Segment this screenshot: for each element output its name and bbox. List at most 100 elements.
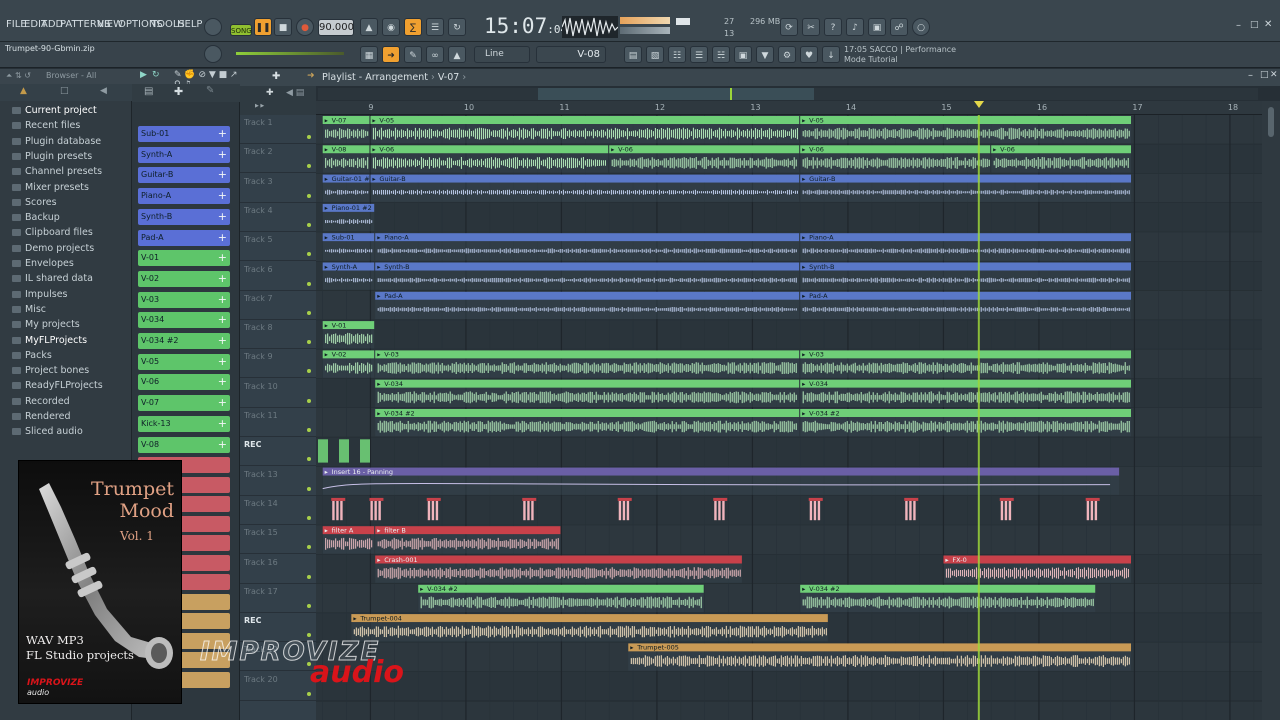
channel-item[interactable]: V-06 +	[138, 374, 230, 391]
clip-header[interactable]	[375, 555, 742, 564]
clip-header[interactable]	[628, 643, 1131, 652]
browser-nav-icon[interactable]: ⏶ ⇅ ↺	[6, 71, 31, 81]
tempo-display[interactable]: 90.000	[318, 19, 354, 36]
link-icon[interactable]: ∞	[426, 46, 444, 63]
browser-item[interactable]: Channel presets	[12, 166, 102, 177]
playlist-clip[interactable]: Trumpet-005▸	[628, 643, 1131, 671]
clip-header[interactable]	[800, 291, 1131, 300]
plugin-picker-icon[interactable]: ▣	[734, 46, 752, 63]
playlist-clip[interactable]: V-034 #2▸	[418, 584, 704, 613]
clip-body[interactable]	[322, 241, 375, 261]
kick-hit[interactable]	[718, 500, 721, 521]
channel-item[interactable]: V-05 +	[138, 353, 230, 370]
clip-header[interactable]	[322, 467, 1120, 476]
playlist-clip[interactable]: V-034 #2▸	[800, 409, 1131, 437]
track-header[interactable]: Track 7	[240, 291, 316, 320]
browser-item[interactable]: Scores	[12, 197, 57, 208]
vertical-scrollbar[interactable]	[1262, 101, 1280, 720]
playlist-clip[interactable]: Piano-01 #2▸	[322, 203, 375, 232]
playlist-clip[interactable]: V-07▸	[322, 116, 370, 144]
play-button[interactable]: ❚❚	[254, 18, 272, 36]
playhead-line[interactable]	[977, 115, 980, 720]
track-lane[interactable]	[316, 202, 1262, 233]
playlist-clip[interactable]: Piano-A▸	[375, 233, 800, 261]
zoom-icon[interactable]: ✚	[266, 88, 274, 98]
playlist-clip[interactable]: V-06▸	[800, 145, 991, 173]
playlist-minimize-icon[interactable]: –	[1248, 70, 1253, 81]
kick-hit[interactable]	[909, 500, 912, 521]
add-channel-icon[interactable]: +	[218, 333, 227, 349]
kick-hit[interactable]	[431, 500, 435, 521]
clip-header[interactable]	[370, 174, 800, 183]
channel-item[interactable]: Pad-A +	[138, 229, 230, 246]
kick-hit[interactable]	[626, 500, 630, 521]
browser-item[interactable]: Mixer presets	[12, 182, 89, 193]
channel-item[interactable]: V-07 +	[138, 395, 230, 412]
clip-header[interactable]	[375, 233, 800, 242]
track-enable-led[interactable]	[307, 135, 311, 139]
browser-file-icon[interactable]: □	[60, 86, 69, 96]
loop-icon[interactable]: ↻	[152, 70, 160, 80]
help-icon[interactable]: ?	[824, 18, 842, 36]
plugin-icon[interactable]: ☍	[890, 18, 908, 36]
reset-icon[interactable]: ⟳	[780, 18, 798, 36]
track-header[interactable]: Track 17	[240, 584, 316, 613]
track-header[interactable]: Track 8	[240, 320, 316, 350]
song-position[interactable]: 15:07:04	[484, 14, 567, 38]
download-icon[interactable]: ↓	[822, 46, 840, 63]
add-channel-icon[interactable]: +	[218, 354, 227, 370]
clip-body[interactable]	[375, 387, 800, 407]
playlist-clip[interactable]: V-02▸	[322, 350, 375, 378]
track-enable-led[interactable]	[307, 545, 311, 550]
snap-icon[interactable]: ◀ ▤	[286, 88, 304, 98]
playlist-clip[interactable]: Synth-A▸	[322, 262, 375, 290]
playlist-clip[interactable]: V-034 #2▸	[800, 584, 1096, 613]
arrangement-overview[interactable]	[318, 88, 1258, 100]
track-lane[interactable]	[316, 437, 1262, 467]
playlist-clip[interactable]: V-05▸	[370, 116, 800, 144]
kick-hit[interactable]	[523, 500, 526, 521]
track-lane[interactable]	[316, 671, 1262, 701]
add-channel-icon[interactable]: +	[218, 416, 227, 432]
kick-hit[interactable]	[913, 500, 916, 521]
playlist-clip[interactable]: Piano-A▸	[800, 233, 1131, 261]
piano-roll-icon[interactable]: ☷	[668, 46, 686, 63]
arrow-right-icon[interactable]: ➜	[382, 46, 400, 63]
clip-body[interactable]	[322, 270, 375, 290]
rec-clip[interactable]	[318, 439, 328, 463]
track-enable-led[interactable]	[307, 691, 311, 696]
playlist-clip[interactable]: Crash-001▸	[375, 555, 742, 583]
snap-selector[interactable]: Line	[474, 46, 530, 63]
clip-header[interactable]	[375, 379, 800, 388]
kick-hit[interactable]	[527, 500, 530, 521]
clip-body[interactable]	[370, 182, 800, 202]
loop-record-icon[interactable]: ↻	[448, 18, 466, 36]
clip-body[interactable]	[322, 358, 375, 378]
add-channel-icon[interactable]: +	[218, 126, 227, 142]
browser-item[interactable]: Recorded	[12, 396, 70, 407]
channel-item[interactable]: V-01 +	[138, 250, 230, 267]
track-enable-led[interactable]	[307, 457, 311, 462]
kick-hit[interactable]	[531, 500, 534, 521]
rec-clip[interactable]	[360, 439, 370, 463]
playlist-clip[interactable]: filter B▸	[375, 526, 561, 554]
step-edit-icon[interactable]: ☰	[426, 18, 444, 36]
playlist-clip[interactable]: Trumpet-004▸	[351, 614, 828, 642]
channel-item[interactable]: V-03 +	[138, 291, 230, 308]
pattern-selector[interactable]: V-08	[536, 46, 606, 63]
playlist-clip[interactable]: Synth-B▸	[375, 262, 800, 290]
kick-hit[interactable]	[1004, 500, 1008, 521]
playlist-clip[interactable]: Pad-A▸	[375, 291, 800, 320]
clip-header[interactable]	[800, 350, 1131, 359]
track-enable-led[interactable]	[307, 398, 311, 403]
clip-body[interactable]	[322, 534, 375, 554]
picker-list-icon[interactable]: ▤	[144, 86, 153, 97]
browser-item[interactable]: Plugin database	[12, 136, 101, 147]
track-enable-led[interactable]	[307, 369, 311, 374]
minimize-icon[interactable]: –	[1236, 20, 1241, 31]
track-header[interactable]: Track 3	[240, 174, 316, 203]
touch-keyboard-icon[interactable]: ▼	[756, 46, 774, 63]
channel-item[interactable]: Kick-13 +	[138, 415, 230, 432]
clip-header[interactable]	[800, 409, 1131, 417]
add-channel-icon[interactable]: +	[218, 167, 227, 183]
